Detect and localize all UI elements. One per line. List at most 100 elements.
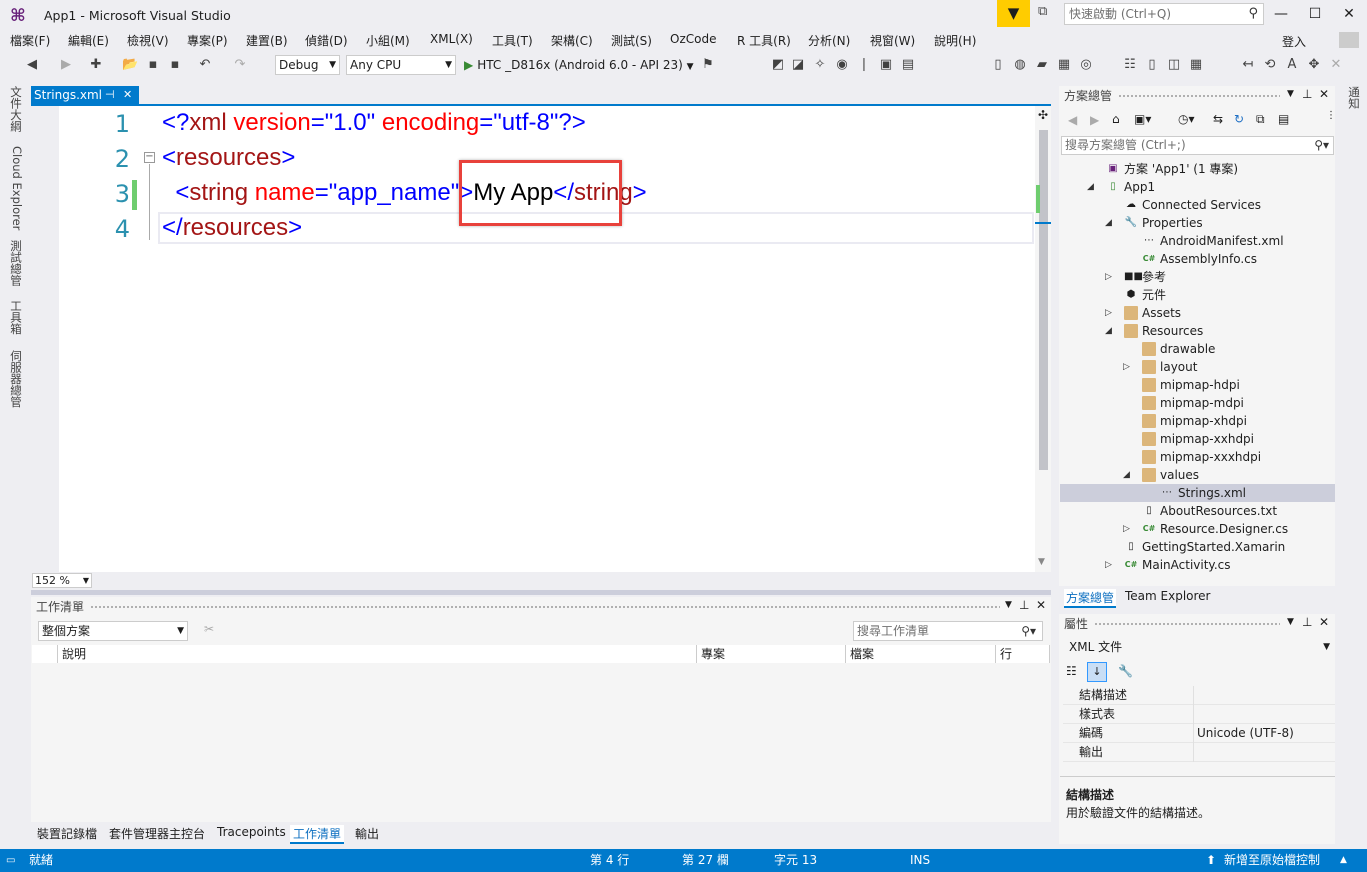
close-icon[interactable]: ✕ (1319, 87, 1329, 101)
tree-item[interactable]: C# AssemblyInfo.cs (1060, 250, 1335, 268)
clear-filter-icon[interactable]: ✂ (204, 622, 214, 636)
tab-toolbox[interactable]: 工具箱 (6, 300, 24, 335)
layout-icon[interactable]: ▣ (878, 57, 894, 73)
column-project[interactable]: 專案 (697, 645, 846, 663)
notification-filter-icon[interactable]: ▼ (997, 0, 1030, 27)
tree-item[interactable]: mipmap-xxhdpi (1060, 430, 1335, 448)
solution-platform-select[interactable]: Any CPU ▼ (346, 55, 456, 75)
expanded-icon[interactable]: ◢ (1105, 214, 1112, 232)
panel-menu-icon[interactable]: ▼ (1287, 89, 1294, 99)
toolbar-search-icon[interactable]: ⚑ (700, 57, 716, 73)
menu-architecture[interactable]: 架構(C) (551, 32, 593, 49)
drag-grip[interactable] (1118, 94, 1280, 99)
tab-test-explorer[interactable]: 測試總管 (6, 240, 24, 286)
property-row[interactable]: 編碼 Unicode (UTF-8) (1063, 724, 1335, 743)
tab-tracepoints[interactable]: Tracepoints (217, 825, 286, 839)
drag-grip[interactable] (1094, 622, 1280, 627)
menu-test[interactable]: 測試(S) (611, 32, 652, 49)
property-object-select[interactable]: XML 文件 ▼ (1063, 637, 1334, 657)
panel-menu-icon[interactable]: ▼ (1287, 617, 1294, 627)
close-tab-icon[interactable]: ✕ (123, 86, 132, 104)
task-list-body[interactable] (32, 663, 1050, 821)
tree-item[interactable]: ◢ 🔧 Properties (1060, 214, 1335, 232)
property-pages-icon[interactable]: 🔧 (1118, 664, 1133, 678)
pin-icon[interactable]: ⊥ (1302, 615, 1312, 629)
task-search-input[interactable]: 搜尋工作清單 ⚲▾ (853, 621, 1043, 641)
property-row[interactable]: 樣式表 (1063, 705, 1335, 724)
tree-item[interactable]: ▷ Assets (1060, 304, 1335, 322)
collapsed-icon[interactable]: ▷ (1105, 268, 1112, 286)
categorized-icon[interactable]: ☷ (1066, 664, 1077, 678)
redo-icon[interactable]: ↷ (232, 57, 248, 73)
tab-server-explorer[interactable]: 伺服器總管 (6, 350, 24, 408)
tree-item[interactable]: ▯ GettingStarted.Xamarin (1060, 538, 1335, 556)
alphabetical-icon[interactable]: ↓ (1087, 662, 1107, 682)
tree-item[interactable]: ⋯ Strings.xml (1060, 484, 1335, 502)
font-icon[interactable]: A (1284, 57, 1300, 73)
forward-icon[interactable]: ▶ (1090, 113, 1099, 127)
menu-team[interactable]: 小組(M) (366, 32, 410, 49)
tab-cloud-explorer[interactable]: Cloud Explorer (6, 146, 24, 230)
home-icon[interactable]: ⌂ (1112, 112, 1120, 126)
drag-grip[interactable] (90, 605, 1000, 610)
close-icon[interactable]: ✕ (1036, 598, 1046, 612)
pending-changes-icon[interactable]: ◷▾ (1178, 112, 1195, 126)
property-row[interactable]: 輸出 (1063, 743, 1335, 762)
column-description[interactable]: 說明 (58, 645, 697, 663)
refresh-icon[interactable]: ↻ (1234, 112, 1244, 126)
tab-device-log[interactable]: 裝置記錄檔 (37, 825, 97, 842)
pin-icon[interactable]: ⊥ (1019, 598, 1029, 612)
menu-debug[interactable]: 偵錯(D) (305, 32, 348, 49)
close-tool-icon[interactable]: ✕ (1328, 57, 1344, 73)
uncomment-icon[interactable]: ◪ (790, 57, 806, 73)
comment-icon[interactable]: ◩ (770, 57, 786, 73)
menu-file[interactable]: 檔案(F) (10, 32, 50, 49)
tree-item[interactable]: drawable (1060, 340, 1335, 358)
close-button[interactable]: ✕ (1332, 2, 1366, 26)
save-icon[interactable]: ▪ (145, 57, 161, 73)
android-icon[interactable]: ◍ (1012, 57, 1028, 73)
tab-task-list[interactable]: 工作清單 (290, 825, 345, 844)
collapsed-icon[interactable]: ▷ (1123, 520, 1130, 538)
camera-icon[interactable]: ◉ (834, 57, 850, 73)
tree-item[interactable]: mipmap-mdpi (1060, 394, 1335, 412)
task-scope-select[interactable]: 整個方案 ▼ (38, 621, 188, 641)
chevron-up-icon[interactable]: ▲ (1340, 849, 1347, 872)
collapse-icon[interactable]: − (144, 152, 155, 163)
open-file-icon[interactable]: 📂 (122, 57, 138, 73)
back-icon[interactable]: ◀ (1068, 113, 1077, 127)
feedback-icon[interactable]: ⧉ (1038, 4, 1058, 22)
collapse-all-icon[interactable]: ⧉ (1256, 112, 1265, 127)
tab-team-explorer[interactable]: Team Explorer (1125, 589, 1211, 603)
expanded-icon[interactable]: ◢ (1105, 322, 1112, 340)
menu-analyze[interactable]: 分析(N) (808, 32, 850, 49)
tab-solution-explorer[interactable]: 方案總管 (1064, 589, 1117, 608)
tree-item[interactable]: ▷ C# Resource.Designer.cs (1060, 520, 1335, 538)
menu-tools[interactable]: 工具(T) (492, 32, 533, 49)
tree-item[interactable]: ▷ layout (1060, 358, 1335, 376)
minimize-button[interactable]: — (1264, 2, 1298, 26)
page-icon[interactable]: ▯ (1144, 57, 1160, 73)
add-to-source-control-button[interactable]: 新增至原始檔控制 (1224, 849, 1320, 872)
quick-launch-input[interactable]: 快速啟動 (Ctrl+Q) ⚲ (1064, 3, 1264, 25)
sync-icon[interactable]: ⇆ (1213, 112, 1223, 126)
back-nav-icon[interactable]: ↤ (1240, 57, 1256, 73)
device-icon[interactable]: ▦ (1056, 57, 1072, 73)
collapsed-icon[interactable]: ▷ (1105, 304, 1112, 322)
zoom-select[interactable]: 152 % ▼ (32, 573, 92, 588)
collapsed-icon[interactable]: ▷ (1105, 556, 1112, 574)
tab-output[interactable]: 輸出 (355, 825, 379, 842)
scrollbar-thumb[interactable] (1039, 130, 1048, 470)
expanded-icon[interactable]: ◢ (1087, 178, 1094, 196)
panel-splitter[interactable] (31, 590, 1051, 595)
tree-item[interactable]: ▣ 方案 'App1' (1 專案) (1060, 160, 1335, 178)
tree-item[interactable]: ⬢ 元件 (1060, 286, 1335, 304)
tree-item[interactable]: ◢ values (1060, 466, 1335, 484)
refresh-icon[interactable]: ⟲ (1262, 57, 1278, 73)
list-icon[interactable]: ▤ (900, 57, 916, 73)
document-icon[interactable]: ▯ (990, 57, 1006, 73)
tab-package-manager-console[interactable]: 套件管理器主控台 (109, 825, 205, 842)
start-debugging-button[interactable]: ▶ HTC _D816x (Android 6.0 - API 23) ▼ (464, 55, 694, 75)
close-icon[interactable]: ✕ (1319, 615, 1329, 629)
new-project-icon[interactable]: ✚ (88, 57, 104, 73)
